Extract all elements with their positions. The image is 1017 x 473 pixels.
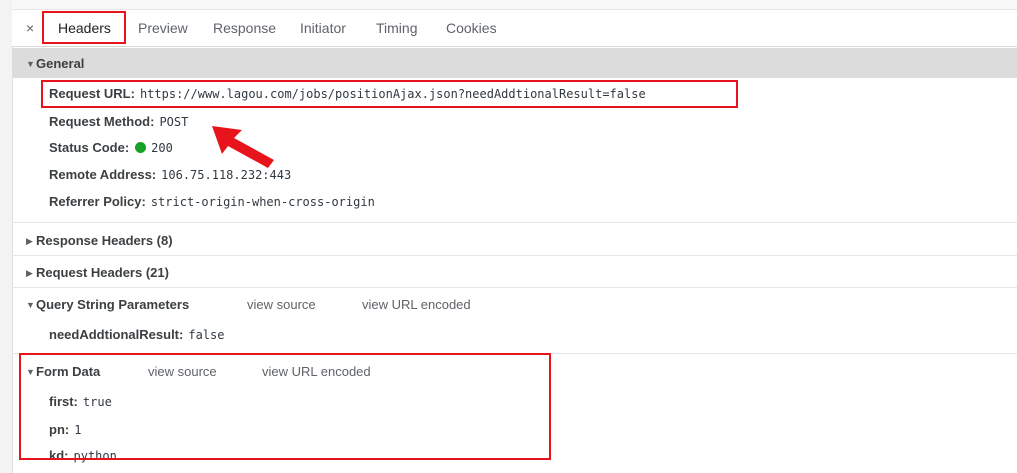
divider — [12, 287, 1017, 288]
tab-cookies[interactable]: Cookies — [446, 18, 497, 38]
divider — [12, 222, 1017, 223]
request-url-highlight — [41, 80, 738, 108]
request-headers-title: Request Headers (21) — [36, 265, 169, 280]
triangle-right-icon: ▶ — [26, 236, 33, 246]
request-method-value: POST — [159, 115, 189, 129]
request-headers-toggle[interactable]: ▶ Request Headers (21) — [26, 265, 169, 280]
tab-bar: × Headers Preview Response Initiator Tim… — [12, 10, 1017, 47]
form-data-highlight — [19, 353, 551, 460]
query-param-key: needAddtionalResult: — [49, 327, 184, 342]
headers-tab-highlight — [42, 11, 126, 44]
referrer-policy-value: strict-origin-when-cross-origin — [150, 195, 375, 209]
referrer-policy-row: Referrer Policy: strict-origin-when-cross… — [49, 194, 375, 209]
tab-initiator[interactable]: Initiator — [300, 18, 346, 38]
status-code-label: Status Code: — [49, 140, 130, 155]
status-code-value: 200 — [151, 141, 173, 155]
divider — [12, 255, 1017, 256]
referrer-policy-label: Referrer Policy: — [49, 194, 146, 209]
response-headers-title: Response Headers (8) — [36, 233, 173, 248]
request-method-label: Request Method: — [49, 114, 155, 129]
query-param-row: needAddtionalResult: false — [49, 327, 224, 342]
query-string-title: Query String Parameters — [36, 297, 190, 312]
query-param-value: false — [188, 328, 225, 342]
triangle-right-icon: ▶ — [26, 268, 33, 278]
remote-address-value: 106.75.118.232:443 — [161, 168, 292, 182]
request-method-row: Request Method: POST — [49, 114, 188, 129]
general-title-text: General — [36, 56, 85, 71]
triangle-down-icon: ▼ — [26, 300, 35, 310]
query-view-source-link[interactable]: view source — [247, 297, 316, 312]
status-code-row: Status Code: 200 — [49, 140, 173, 155]
green-dot-icon — [135, 142, 147, 153]
top-edge — [12, 0, 1017, 10]
tab-preview[interactable]: Preview — [138, 18, 188, 38]
general-title: ▼General — [26, 56, 84, 71]
general-section-header[interactable]: ▼General — [12, 48, 1017, 78]
triangle-down-icon: ▼ — [26, 59, 35, 69]
query-view-url-encoded-link[interactable]: view URL encoded — [362, 297, 471, 312]
tab-timing[interactable]: Timing — [376, 18, 418, 38]
tab-response[interactable]: Response — [213, 18, 276, 38]
red-arrow-icon — [212, 126, 274, 168]
close-icon[interactable]: × — [26, 20, 34, 36]
response-headers-toggle[interactable]: ▶ Response Headers (8) — [26, 233, 173, 248]
remote-address-label: Remote Address: — [49, 167, 157, 182]
query-string-toggle[interactable]: ▼Query String Parameters — [26, 297, 189, 312]
